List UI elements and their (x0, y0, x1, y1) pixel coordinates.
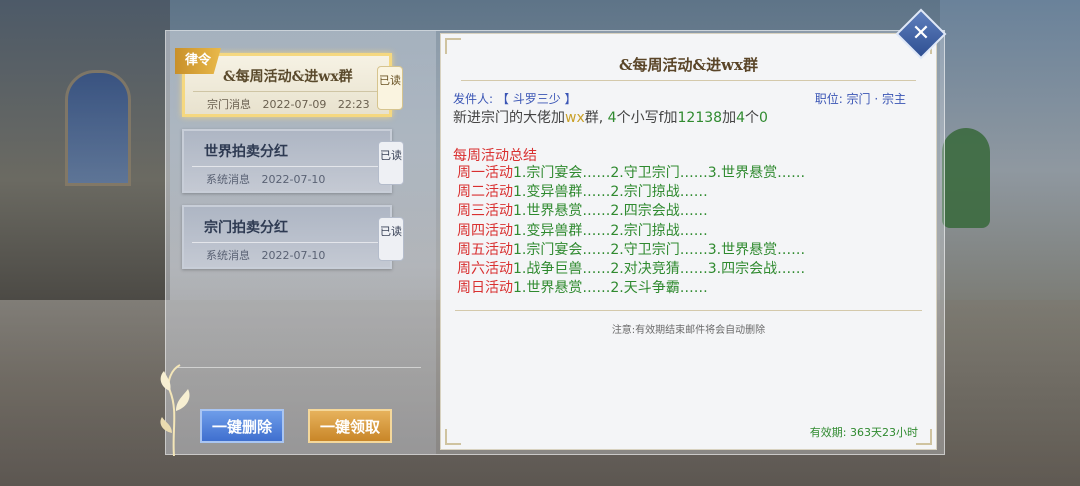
schedule-row: 周一活动1.宗门宴会……2.守卫宗门……3.世界悬赏…… (457, 164, 805, 183)
intro-segment: 个小写f加 (616, 110, 678, 126)
intro-segment: 12138 (677, 110, 723, 126)
delete-all-button[interactable]: 一键删除 (200, 409, 284, 443)
sender-line: 发件人: 【 斗罗三少 】 (453, 90, 577, 107)
intro-segment: 0 (758, 110, 768, 126)
read-tag: 已读 (378, 217, 404, 261)
mail-item-3[interactable]: 宗门拍卖分红 系统消息 2022-07-10 已读 (182, 205, 404, 269)
intro-segment: 4 (607, 110, 617, 126)
weekly-schedule: 周一活动1.宗门宴会……2.守卫宗门……3.世界悬赏…… 周二活动1.变异兽群……… (457, 164, 805, 298)
mail-meta: 系统消息 2022-07-10 (206, 249, 326, 262)
sender-position: 职位: 宗门 · 宗主 (814, 92, 906, 106)
sender-label: 发件人: (453, 92, 494, 106)
mail-detail-title: &每周活动&进wx群 (619, 56, 758, 74)
schedule-row: 周三活动1.世界悬赏……2.四宗会战…… (457, 202, 805, 221)
schedule-activities: 1.宗门宴会……2.守卫宗门……3.世界悬赏…… (513, 241, 806, 258)
schedule-day: 周四活动 (457, 222, 513, 239)
weekly-summary-title: 每周活动总结 (453, 148, 537, 164)
decorative-flower-icon (160, 364, 190, 456)
background-window (65, 70, 131, 186)
schedule-activities: 1.变异兽群……2.宗门掠战…… (513, 222, 708, 239)
schedule-activities: 1.变异兽群……2.宗门掠战…… (513, 184, 708, 201)
mail-detail-panel: &每周活动&进wx群 发件人: 【 斗罗三少 】 职位: 宗门 · 宗主 新进宗… (440, 33, 937, 450)
panel-divider (176, 367, 421, 368)
background-tree (942, 128, 990, 228)
schedule-row: 周日活动1.世界悬赏……2.天斗争霸…… (457, 279, 805, 298)
expiry-note: 注意:有效期结束邮件将会自动删除 (611, 325, 766, 336)
schedule-day: 周二活动 (457, 184, 513, 201)
schedule-day: 周六活动 (457, 261, 513, 278)
mail-ribbon: 律令 (175, 48, 221, 74)
intro-segment: 新进宗门的大佬加 (453, 110, 565, 126)
intro-segment: 4 (736, 110, 745, 126)
panel-corner (445, 429, 461, 445)
intro-segment: 加 (722, 110, 737, 126)
schedule-row: 周五活动1.宗门宴会……2.守卫宗门……3.世界悬赏…… (457, 241, 805, 260)
validity-period: 有效期: 363天23小时 (809, 426, 918, 439)
mail-separator (192, 166, 382, 167)
intro-segment: 群, (584, 110, 608, 126)
panel-corner (445, 38, 461, 54)
schedule-activities: 1.战争巨兽……2.对决竞猜……3.四宗会战…… (513, 261, 806, 278)
mail-title: &每周活动&进wx群 (223, 69, 353, 85)
read-tag-label: 已读 (379, 74, 401, 87)
schedule-activities: 1.世界悬赏……2.四宗会战…… (513, 203, 708, 220)
schedule-row: 周四活动1.变异兽群……2.宗门掠战…… (457, 222, 805, 241)
schedule-day: 周日活动 (457, 280, 513, 297)
body-divider (455, 310, 922, 311)
mail-meta: 系统消息 2022-07-10 (206, 173, 326, 186)
schedule-day: 周五活动 (457, 241, 513, 258)
mail-separator (192, 242, 382, 243)
mail-meta: 宗门消息 2022-07-09 22:23 (207, 98, 370, 111)
mail-window: 律令 &每周活动&进wx群 宗门消息 2022-07-09 22:23 已读 世… (160, 30, 945, 456)
schedule-row: 周六活动1.战争巨兽……2.对决竞猜……3.四宗会战…… (457, 260, 805, 279)
mail-body-intro: 新进宗门的大佬加wx群, 4个小写f加12138加4个0 (453, 107, 768, 127)
schedule-activities: 1.宗门宴会……2.守卫宗门……3.世界悬赏…… (513, 165, 806, 181)
schedule-day: 周一活动 (457, 165, 513, 181)
close-glyph: ✕ (911, 21, 931, 46)
panel-corner (916, 429, 932, 445)
read-tag: 已读 (378, 141, 404, 185)
title-divider (461, 80, 916, 81)
mail-title: 世界拍卖分红 (204, 144, 288, 160)
sender-name: 【 斗罗三少 】 (496, 92, 577, 106)
intro-segment: wx (565, 110, 585, 126)
read-tag: 已读 (377, 66, 403, 110)
read-tag-label: 已读 (380, 149, 402, 162)
mail-item-2[interactable]: 世界拍卖分红 系统消息 2022-07-10 已读 (182, 129, 404, 193)
mail-item-1[interactable]: 律令 &每周活动&进wx群 宗门消息 2022-07-09 22:23 已读 (175, 48, 403, 117)
intro-segment: 个 (744, 110, 759, 126)
mail-title: 宗门拍卖分红 (204, 220, 288, 236)
claim-all-button[interactable]: 一键领取 (308, 409, 392, 443)
mail-list-panel: 律令 &每周活动&进wx群 宗门消息 2022-07-09 22:23 已读 世… (160, 31, 436, 456)
mail-separator (193, 91, 381, 92)
read-tag-label: 已读 (380, 225, 402, 238)
schedule-activities: 1.世界悬赏……2.天斗争霸…… (513, 280, 708, 297)
schedule-row: 周二活动1.变异兽群……2.宗门掠战…… (457, 183, 805, 202)
schedule-day: 周三活动 (457, 203, 513, 220)
